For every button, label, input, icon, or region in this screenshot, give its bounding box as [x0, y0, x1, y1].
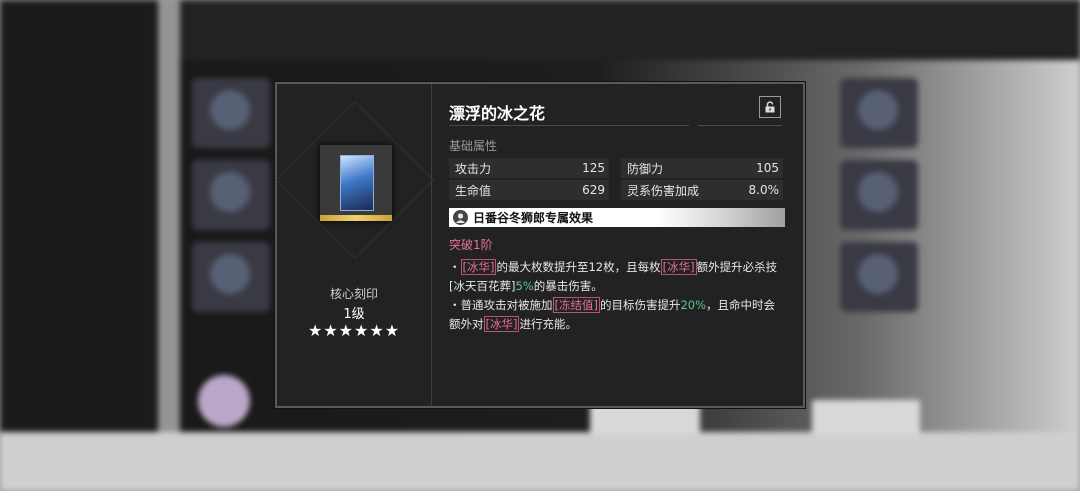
- star-rating: ★★★★★★: [307, 321, 401, 340]
- breakthrough-tier-label: 突破1阶: [449, 238, 493, 252]
- background-bottom-bar: [0, 432, 1080, 491]
- item-info-pane: 漂浮的冰之花 基础属性 攻击力 125 防御力 105 生命值 629 灵系伤害…: [449, 84, 789, 406]
- title-divider: [698, 125, 782, 126]
- keyword-freeze-value: [冻结值]: [552, 297, 600, 313]
- effect-line: ・ [冰华] 的最大枚数提升至12枚，且每枚 [冰华] 额外提升必杀技[冰天百花葬]5%…: [449, 258, 779, 296]
- bullet: ・: [449, 298, 461, 312]
- stat-value: 629: [582, 183, 605, 197]
- bullet: ・: [449, 260, 461, 274]
- exclusive-effect-header: 日番谷冬狮郎专属效果: [449, 208, 785, 227]
- stat-value: 8.0%: [748, 183, 780, 197]
- keyword-ice-flower: [冰华]: [460, 259, 497, 275]
- rarity-bar: [320, 215, 392, 221]
- background-card: [192, 160, 270, 230]
- item-art: [340, 155, 374, 211]
- background-card: [192, 242, 270, 312]
- lock-toggle-button[interactable]: [759, 96, 781, 118]
- effect-text: 的最大枚数提升至12枚，且每枚: [496, 260, 661, 274]
- effect-text: 普通攻击对被施加: [460, 298, 553, 312]
- item-preview-pane: 核心刻印 1级 ★★★★★★: [275, 84, 435, 406]
- background-top-band: [180, 0, 1080, 60]
- item-level: 1级: [343, 307, 365, 322]
- stat-name: 灵系伤害加成: [627, 183, 700, 198]
- unlocked-lock-icon: [765, 101, 775, 113]
- effect-text: 的目标伤害提升: [599, 298, 681, 312]
- background-card: [192, 78, 270, 148]
- background-card: [840, 242, 918, 312]
- core-imprint-label: 核心刻印: [329, 287, 378, 301]
- character-portrait-icon: [453, 210, 468, 225]
- effect-number: 5%: [515, 279, 534, 293]
- stat-defense: 防御力 105: [621, 158, 783, 178]
- stat-attack: 攻击力 125: [449, 158, 609, 178]
- base-stats-label: 基础属性: [449, 139, 498, 153]
- effect-text: 的暴击伤害。: [533, 279, 603, 293]
- background-avatar: [198, 375, 250, 427]
- background-divider: [158, 0, 180, 491]
- stat-hp: 生命值 629: [449, 180, 609, 200]
- item-card-image: [320, 145, 392, 221]
- stat-name: 攻击力: [455, 161, 492, 176]
- keyword-ice-flower: [冰华]: [660, 259, 697, 275]
- effect-text: 进行充能。: [519, 317, 577, 331]
- stat-name: 生命值: [455, 183, 492, 198]
- effect-description: ・ [冰华] 的最大枚数提升至12枚，且每枚 [冰华] 额外提升必杀技[冰天百花葬]5%…: [449, 258, 779, 334]
- stat-value: 105: [756, 161, 779, 175]
- exclusive-effect-label: 日番谷冬狮郎专属效果: [473, 211, 594, 225]
- background-card: [840, 160, 918, 230]
- background-card: [840, 78, 918, 148]
- item-title: 漂浮的冰之花: [449, 104, 546, 123]
- stat-value: 125: [582, 161, 605, 175]
- title-divider: [449, 125, 689, 126]
- background-left-panel: [0, 0, 158, 491]
- effect-number: 20%: [680, 298, 707, 312]
- keyword-ice-flower: [冰华]: [483, 316, 520, 332]
- item-detail-dialog: 核心刻印 1级 ★★★★★★ 漂浮的冰之花 基础属性 攻击力 125 防御力 1…: [275, 82, 805, 408]
- background-button: [812, 400, 920, 434]
- stat-name: 防御力: [627, 161, 664, 176]
- stat-spirit-damage-bonus: 灵系伤害加成 8.0%: [621, 180, 783, 200]
- effect-line: ・普通攻击对被施加 [冻结值] 的目标伤害提升20%，且命中时会额外对 [冰华] 进行充…: [449, 296, 779, 334]
